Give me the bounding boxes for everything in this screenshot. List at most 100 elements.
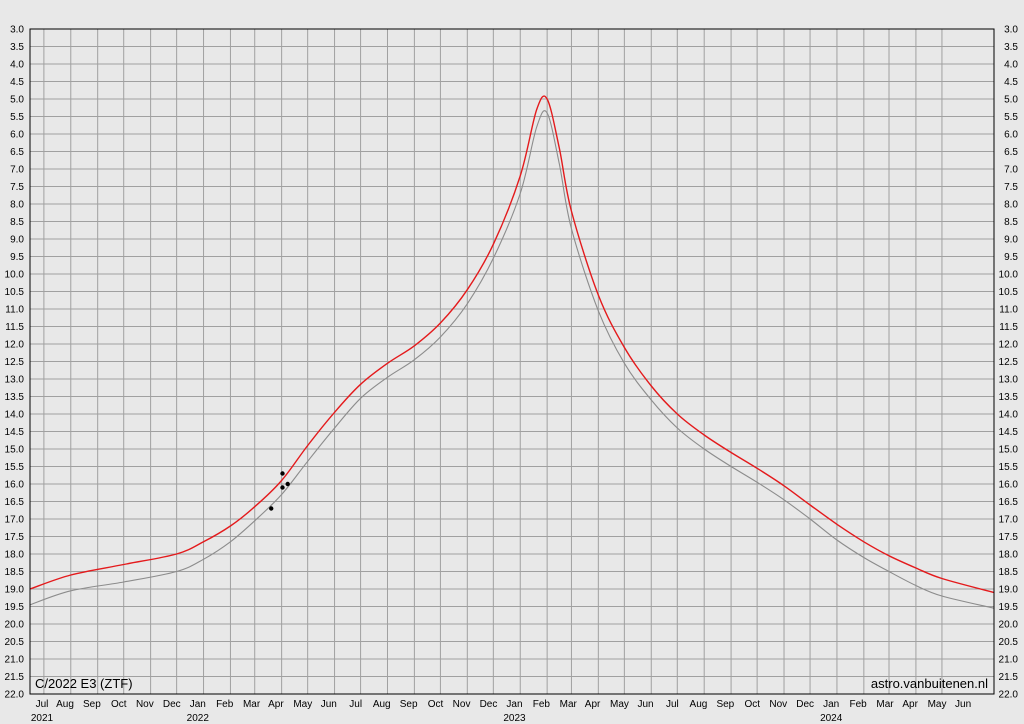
x-month-label: Feb xyxy=(216,699,234,710)
y-tick-label-left: 10.5 xyxy=(5,287,25,298)
y-tick-label-right: 16.5 xyxy=(999,497,1019,508)
x-month-label: Apr xyxy=(268,699,284,710)
x-month-label: May xyxy=(293,699,312,710)
x-month-label: Jul xyxy=(36,699,49,710)
observation-point xyxy=(280,485,285,490)
y-tick-label-right: 11.5 xyxy=(999,322,1018,333)
x-month-label: Mar xyxy=(243,699,261,710)
y-tick-label-right: 4.5 xyxy=(1004,77,1018,88)
y-tick-label-left: 5.5 xyxy=(10,112,24,123)
y-tick-label-left: 7.5 xyxy=(10,182,24,193)
y-tick-label-left: 6.0 xyxy=(10,130,24,141)
y-tick-label-right: 20.0 xyxy=(999,620,1019,631)
y-tick-label-left: 21.5 xyxy=(5,672,25,683)
y-tick-label-left: 14.5 xyxy=(5,427,25,438)
y-tick-label-left: 13.0 xyxy=(5,375,25,386)
y-tick-label-right: 7.5 xyxy=(1004,182,1018,193)
x-month-label: Sep xyxy=(716,699,734,710)
x-month-label: Dec xyxy=(796,699,814,710)
x-month-label: Mar xyxy=(876,699,894,710)
y-tick-label-right: 15.0 xyxy=(999,445,1019,456)
x-month-label: Feb xyxy=(533,699,551,710)
y-tick-label-right: 9.0 xyxy=(1004,235,1018,246)
x-month-label: Jan xyxy=(823,699,839,710)
y-tick-label-right: 3.0 xyxy=(1004,25,1018,36)
y-tick-label-right: 3.5 xyxy=(1004,42,1018,53)
y-tick-label-left: 21.0 xyxy=(5,655,25,666)
x-month-label: Oct xyxy=(744,699,760,710)
x-month-label: May xyxy=(928,699,947,710)
y-tick-label-left: 12.5 xyxy=(5,357,25,368)
y-tick-label-left: 16.0 xyxy=(5,480,25,491)
y-tick-label-right: 13.5 xyxy=(999,392,1019,403)
y-tick-label-right: 5.0 xyxy=(1004,95,1018,106)
y-tick-label-right: 21.0 xyxy=(999,655,1019,666)
y-tick-label-right: 19.0 xyxy=(999,585,1019,596)
x-month-label: Dec xyxy=(480,699,498,710)
x-month-label: Mar xyxy=(560,699,578,710)
y-tick-label-left: 9.5 xyxy=(10,252,24,263)
observation-point xyxy=(285,481,290,487)
y-tick-label-right: 14.0 xyxy=(999,410,1019,421)
y-tick-label-left: 15.5 xyxy=(5,462,25,473)
x-month-label: Aug xyxy=(56,699,74,710)
y-axis-left: 3.0 3.5 4.0 4.5 5.0 5.5 6.0 6.5 7.0 7.5 8.0 8.5 9.0 9… xyxy=(5,25,25,701)
magnitude-chart: 3.0 3.5 4.0 4.5 5.0 5.5 6.0 6.5 7.0 7.5 8.0 8.5 9.0 9… xyxy=(5,25,1019,724)
x-month-label: Nov xyxy=(769,699,787,710)
y-tick-label-right: 8.5 xyxy=(1004,217,1018,228)
y-tick-label-left: 3.0 xyxy=(10,25,24,36)
x-month-label: Jun xyxy=(955,699,971,710)
y-tick-label-left: 13.5 xyxy=(5,392,25,403)
y-tick-label-right: 17.5 xyxy=(999,532,1019,543)
y-tick-label-left: 8.5 xyxy=(10,217,24,228)
y-tick-label-left: 20.0 xyxy=(5,620,25,631)
y-tick-label-right: 14.5 xyxy=(999,427,1019,438)
x-month-label: Jan xyxy=(190,699,206,710)
y-tick-label-left: 4.0 xyxy=(10,60,24,71)
x-month-label: Aug xyxy=(373,699,391,710)
x-month-label: Sep xyxy=(400,699,418,710)
y-tick-label-right: 18.0 xyxy=(999,550,1019,561)
object-label: C/2022 E3 (ZTF) xyxy=(35,676,133,691)
x-month-label: Apr xyxy=(585,699,601,710)
y-tick-label-right: 18.5 xyxy=(999,567,1019,578)
observation-point xyxy=(280,471,285,476)
y-tick-label-left: 18.0 xyxy=(5,550,25,561)
x-month-label: Oct xyxy=(111,699,127,710)
x-month-label: Jul xyxy=(666,699,679,710)
y-tick-label-left: 20.5 xyxy=(5,637,25,648)
x-month-label: Nov xyxy=(453,699,471,710)
x-month-label: Jul xyxy=(349,699,362,710)
y-tick-label-right: 10.0 xyxy=(999,270,1019,281)
y-tick-label-left: 17.5 xyxy=(5,532,25,543)
x-month-label: Jun xyxy=(321,699,337,710)
y-tick-label-right: 20.5 xyxy=(999,637,1019,648)
y-tick-label-left: 18.5 xyxy=(5,567,25,578)
y-tick-label-left: 19.0 xyxy=(5,585,25,596)
y-tick-label-left: 17.0 xyxy=(5,515,25,526)
x-axis: Jul Aug Sep Oct Nov Dec Jan Feb Mar Apr May Jun Jul A… xyxy=(31,699,971,724)
y-tick-label-right: 11.0 xyxy=(999,305,1018,316)
y-tick-label-left: 9.0 xyxy=(10,235,24,246)
y-tick-label-right: 15.5 xyxy=(999,462,1019,473)
y-tick-label-left: 15.0 xyxy=(5,445,25,456)
y-tick-label-left: 12.0 xyxy=(5,340,25,351)
credit-label: astro.vanbuitenen.nl xyxy=(871,676,988,691)
y-tick-label-right: 6.0 xyxy=(1004,130,1018,141)
y-tick-label-right: 22.0 xyxy=(999,690,1019,701)
y-tick-label-left: 11.0 xyxy=(5,305,24,316)
y-tick-label-right: 7.0 xyxy=(1004,165,1018,176)
x-month-label: Jun xyxy=(637,699,653,710)
y-tick-label-left: 19.5 xyxy=(5,602,25,613)
y-axis-right: 3.0 3.5 4.0 4.5 5.0 5.5 6.0 6.5 7.0 7.5 8.0 8.5 9.0 9… xyxy=(999,25,1019,701)
y-tick-label-left: 4.5 xyxy=(10,77,24,88)
y-tick-label-left: 10.0 xyxy=(5,270,25,281)
x-month-label: Feb xyxy=(849,699,867,710)
observation-point xyxy=(269,506,274,511)
y-tick-label-right: 19.5 xyxy=(999,602,1019,613)
x-month-label: Sep xyxy=(83,699,101,710)
y-tick-label-right: 16.0 xyxy=(999,480,1019,491)
y-tick-label-right: 6.5 xyxy=(1004,147,1018,158)
y-tick-label-left: 8.0 xyxy=(10,200,24,211)
y-tick-label-left: 5.0 xyxy=(10,95,24,106)
